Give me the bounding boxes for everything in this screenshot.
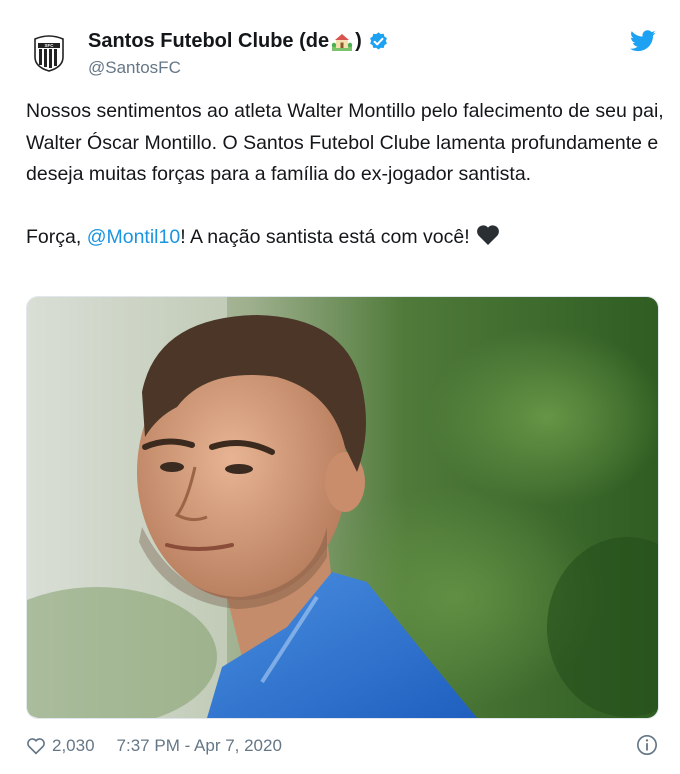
santos-crest-icon[interactable]: SFC (26, 28, 72, 74)
player-photo (27, 297, 658, 718)
author-names[interactable]: Santos Futebol Clube (de ) @SantosFC (88, 28, 389, 78)
heart-outline-icon[interactable] (26, 737, 46, 755)
tweet-text-prefix: Força, (26, 226, 87, 248)
like-count[interactable]: 2,030 (52, 736, 95, 756)
display-name[interactable]: Santos Futebol Clube (de (88, 30, 329, 53)
tweet-card: SFC Santos Futebol Clube (de ) @SantosFC… (0, 0, 680, 774)
tweet-header: SFC Santos Futebol Clube (de ) @SantosFC (26, 26, 656, 80)
author-handle[interactable]: @SantosFC (88, 58, 389, 78)
twitter-bird-icon[interactable] (630, 30, 656, 52)
verified-badge-icon (369, 31, 387, 49)
tweet-footer: 2,030 7:37 PM - Apr 7, 2020 (26, 733, 658, 759)
tweet-photo[interactable] (26, 296, 659, 719)
tweet-paragraph-2: Força, @Montil10! A nação santista está … (26, 222, 666, 254)
tweet-text: Nossos sentimentos ao atleta Walter Mont… (26, 96, 666, 254)
tweet-paragraph-1: Nossos sentimentos ao atleta Walter Mont… (26, 100, 664, 185)
info-icon[interactable] (636, 734, 658, 756)
house-emoji-icon (331, 34, 353, 51)
mention-link[interactable]: @Montil10 (87, 226, 181, 248)
black-heart-emoji-icon (476, 225, 499, 245)
display-name-suffix[interactable]: ) (355, 30, 362, 53)
timestamp[interactable]: 7:37 PM - Apr 7, 2020 (117, 736, 282, 756)
tweet-text-suffix: ! A nação santista está com você! (180, 226, 470, 248)
svg-text:SFC: SFC (45, 43, 55, 48)
